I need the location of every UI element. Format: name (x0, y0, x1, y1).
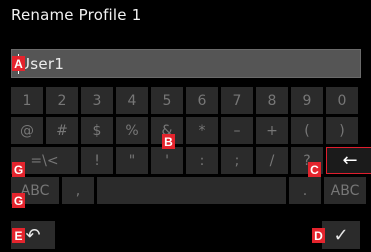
key-plus[interactable]: + (256, 117, 288, 144)
key-asterisk[interactable]: * (186, 117, 218, 144)
key-8[interactable]: 8 (256, 87, 288, 114)
key-percent[interactable]: % (116, 117, 148, 144)
space-key[interactable] (97, 177, 286, 204)
key-period[interactable]: . (289, 177, 321, 204)
enter-key[interactable]: ← (326, 147, 371, 174)
profile-name-field[interactable]: User1 (11, 49, 361, 78)
callout-label-d: D (312, 228, 325, 243)
arrow-left-icon: ← (342, 150, 358, 171)
callout-label-b: B (162, 134, 175, 149)
key-single-quote[interactable]: ' (151, 147, 183, 174)
key-5[interactable]: 5 (151, 87, 183, 114)
key-colon[interactable]: : (186, 147, 218, 174)
abc-mode-key-right[interactable]: ABC (324, 177, 366, 204)
bottom-bar-spacer (58, 221, 322, 248)
key-slash[interactable]: / (256, 147, 288, 174)
key-exclamation[interactable]: ! (81, 147, 113, 174)
key-2[interactable]: 2 (46, 87, 78, 114)
keyboard-row-symbols: @ # $ % & * – + ( ) (11, 117, 358, 144)
callout-label-g-lower: G (12, 193, 25, 208)
callout-label-e: E (12, 228, 25, 243)
keyboard-row-space: ABC , . ABC (11, 177, 366, 204)
key-dollar[interactable]: $ (81, 117, 113, 144)
key-double-quote[interactable]: " (116, 147, 148, 174)
callout-label-a: A (12, 56, 25, 71)
bottom-bar: ↶ ✓ (11, 221, 360, 249)
confirm-button[interactable]: ✓ (322, 221, 360, 249)
key-7[interactable]: 7 (221, 87, 253, 114)
callout-label-g-upper: G (12, 162, 25, 177)
profile-name-value: User1 (19, 55, 65, 73)
keyboard-row-digits: 1 2 3 4 5 6 7 8 9 0 (11, 87, 358, 114)
key-semicolon[interactable]: ; (221, 147, 253, 174)
key-9[interactable]: 9 (291, 87, 323, 114)
key-comma[interactable]: , (62, 177, 94, 204)
key-6[interactable]: 6 (186, 87, 218, 114)
checkmark-icon: ✓ (333, 224, 349, 246)
undo-arrow-icon: ↶ (25, 224, 41, 246)
key-at[interactable]: @ (11, 117, 43, 144)
page-title: Rename Profile 1 (11, 6, 142, 24)
key-1[interactable]: 1 (11, 87, 43, 114)
key-0[interactable]: 0 (326, 87, 358, 114)
key-dash[interactable]: – (221, 117, 253, 144)
key-4[interactable]: 4 (116, 87, 148, 114)
key-3[interactable]: 3 (81, 87, 113, 114)
key-close-paren[interactable]: ) (326, 117, 358, 144)
key-hash[interactable]: # (46, 117, 78, 144)
callout-label-c: C (308, 162, 321, 177)
key-open-paren[interactable]: ( (291, 117, 323, 144)
